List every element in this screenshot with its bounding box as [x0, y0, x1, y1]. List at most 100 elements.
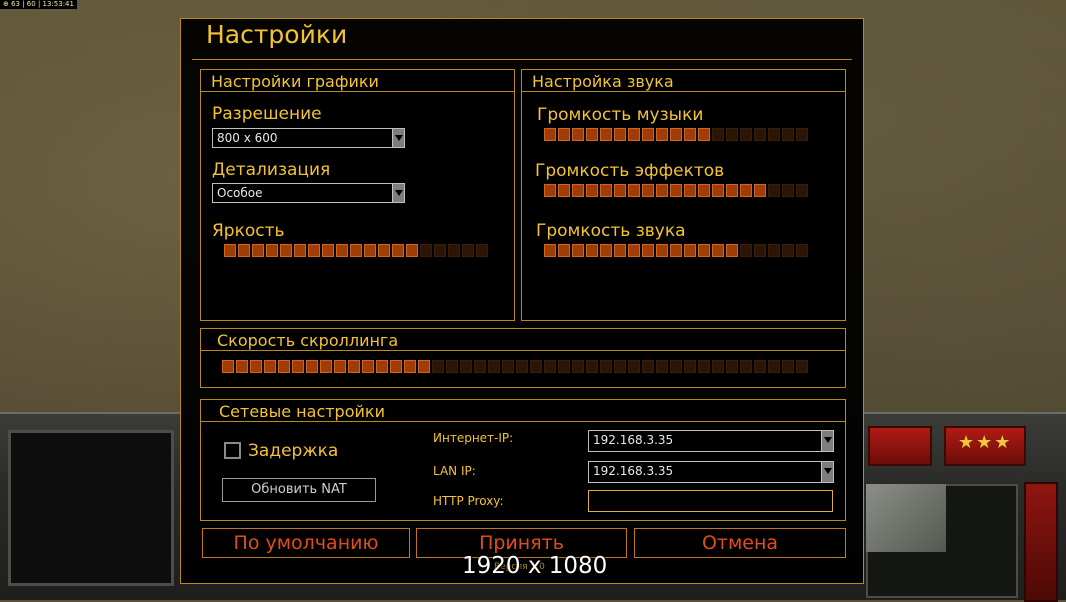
slider-segment[interactable] — [586, 128, 598, 141]
slider-segment[interactable] — [684, 360, 696, 373]
slider-segment[interactable] — [266, 244, 278, 257]
slider-segment[interactable] — [474, 360, 486, 373]
slider-segment[interactable] — [446, 360, 458, 373]
slider-segment[interactable] — [476, 244, 488, 257]
slider-segment[interactable] — [558, 128, 570, 141]
slider-segment[interactable] — [600, 244, 612, 257]
music-volume-slider[interactable] — [544, 128, 808, 141]
slider-segment[interactable] — [754, 360, 766, 373]
slider-segment[interactable] — [684, 128, 696, 141]
slider-segment[interactable] — [670, 244, 682, 257]
slider-segment[interactable] — [670, 184, 682, 197]
internet-ip-dropdown[interactable]: 192.168.3.35 — [588, 430, 834, 452]
slider-segment[interactable] — [628, 360, 640, 373]
slider-segment[interactable] — [628, 128, 640, 141]
slider-segment[interactable] — [754, 128, 766, 141]
effects-volume-slider[interactable] — [544, 184, 808, 197]
slider-segment[interactable] — [502, 360, 514, 373]
slider-segment[interactable] — [628, 244, 640, 257]
slider-segment[interactable] — [586, 360, 598, 373]
slider-segment[interactable] — [252, 244, 264, 257]
slider-segment[interactable] — [782, 128, 794, 141]
slider-segment[interactable] — [390, 360, 402, 373]
slider-segment[interactable] — [378, 244, 390, 257]
slider-segment[interactable] — [350, 244, 362, 257]
slider-segment[interactable] — [406, 244, 418, 257]
chevron-down-icon[interactable] — [821, 431, 833, 451]
slider-segment[interactable] — [306, 360, 318, 373]
slider-segment[interactable] — [656, 244, 668, 257]
slider-segment[interactable] — [544, 360, 556, 373]
slider-segment[interactable] — [684, 184, 696, 197]
slider-segment[interactable] — [712, 128, 724, 141]
slider-segment[interactable] — [322, 244, 334, 257]
slider-segment[interactable] — [670, 128, 682, 141]
slider-segment[interactable] — [308, 244, 320, 257]
chevron-down-icon[interactable] — [392, 184, 404, 202]
resolution-dropdown[interactable]: 800 x 600 — [212, 128, 405, 148]
slider-segment[interactable] — [572, 244, 584, 257]
slider-segment[interactable] — [516, 360, 528, 373]
slider-segment[interactable] — [558, 244, 570, 257]
detail-dropdown[interactable]: Особое — [212, 183, 405, 203]
default-button[interactable]: По умолчанию — [202, 528, 410, 558]
slider-segment[interactable] — [530, 360, 542, 373]
slider-segment[interactable] — [586, 244, 598, 257]
slider-segment[interactable] — [684, 244, 696, 257]
slider-segment[interactable] — [462, 244, 474, 257]
slider-segment[interactable] — [698, 244, 710, 257]
slider-segment[interactable] — [572, 184, 584, 197]
slider-segment[interactable] — [224, 244, 236, 257]
slider-segment[interactable] — [294, 244, 306, 257]
slider-segment[interactable] — [796, 184, 808, 197]
slider-segment[interactable] — [796, 128, 808, 141]
slider-segment[interactable] — [726, 244, 738, 257]
slider-segment[interactable] — [768, 128, 780, 141]
slider-segment[interactable] — [768, 184, 780, 197]
slider-segment[interactable] — [544, 244, 556, 257]
slider-segment[interactable] — [712, 184, 724, 197]
slider-segment[interactable] — [726, 184, 738, 197]
slider-segment[interactable] — [740, 184, 752, 197]
slider-segment[interactable] — [768, 360, 780, 373]
slider-segment[interactable] — [614, 244, 626, 257]
slider-segment[interactable] — [222, 360, 234, 373]
slider-segment[interactable] — [698, 360, 710, 373]
slider-segment[interactable] — [572, 360, 584, 373]
slider-segment[interactable] — [434, 244, 446, 257]
cancel-button[interactable]: Отмена — [634, 528, 846, 558]
sound-volume-slider[interactable] — [544, 244, 808, 257]
slider-segment[interactable] — [740, 128, 752, 141]
slider-segment[interactable] — [642, 244, 654, 257]
slider-segment[interactable] — [754, 184, 766, 197]
update-nat-button[interactable]: Обновить NAT — [222, 478, 376, 502]
lan-ip-dropdown[interactable]: 192.168.3.35 — [588, 461, 834, 483]
scroll-speed-slider[interactable] — [222, 360, 808, 373]
slider-segment[interactable] — [600, 360, 612, 373]
slider-segment[interactable] — [614, 360, 626, 373]
slider-segment[interactable] — [250, 360, 262, 373]
slider-segment[interactable] — [712, 244, 724, 257]
slider-segment[interactable] — [280, 244, 292, 257]
slider-segment[interactable] — [320, 360, 332, 373]
slider-segment[interactable] — [336, 244, 348, 257]
slider-segment[interactable] — [432, 360, 444, 373]
slider-segment[interactable] — [740, 360, 752, 373]
slider-segment[interactable] — [448, 244, 460, 257]
slider-segment[interactable] — [558, 184, 570, 197]
slider-segment[interactable] — [488, 360, 500, 373]
slider-segment[interactable] — [768, 244, 780, 257]
slider-segment[interactable] — [418, 360, 430, 373]
slider-segment[interactable] — [572, 128, 584, 141]
slider-segment[interactable] — [796, 244, 808, 257]
slider-segment[interactable] — [796, 360, 808, 373]
slider-segment[interactable] — [376, 360, 388, 373]
slider-segment[interactable] — [628, 184, 640, 197]
slider-segment[interactable] — [264, 360, 276, 373]
slider-segment[interactable] — [600, 128, 612, 141]
slider-segment[interactable] — [656, 128, 668, 141]
slider-segment[interactable] — [698, 128, 710, 141]
slider-segment[interactable] — [420, 244, 432, 257]
slider-segment[interactable] — [364, 244, 376, 257]
slider-segment[interactable] — [614, 128, 626, 141]
